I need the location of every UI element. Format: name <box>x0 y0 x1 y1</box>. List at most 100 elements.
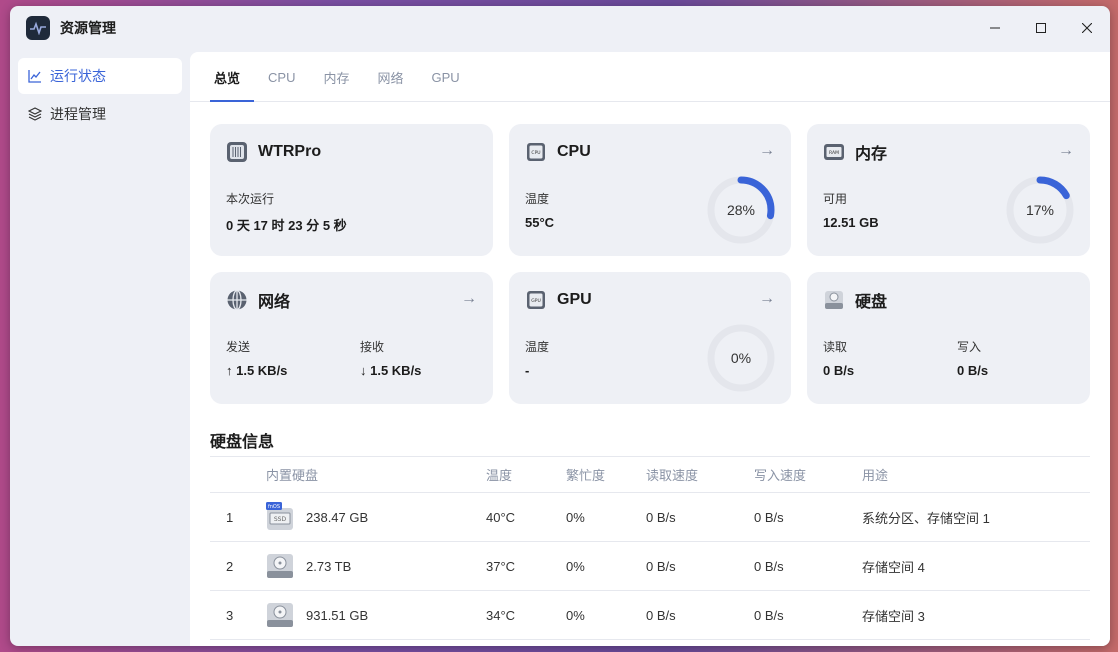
disk-read-label: 读取 <box>823 340 848 354</box>
disk-size: 931.51 GB <box>306 607 369 623</box>
app-monitor-icon <box>26 16 50 40</box>
send-label: 发送 <box>226 340 251 354</box>
svg-text:RAM: RAM <box>829 150 839 156</box>
cpu-temp-label: 温度 <box>525 192 550 206</box>
disk-busy: 0% <box>566 541 646 591</box>
sidebar-item-label: 进程管理 <box>50 106 106 122</box>
tab-overview[interactable]: 总览 <box>210 52 255 102</box>
table-row[interactable]: 2 2.73 TB 37°C 0% 0 B/s 0 B/s 存储空间 4 <box>210 541 1090 591</box>
title-bar: 资源管理 <box>10 6 1110 50</box>
row-index: 3 <box>210 590 266 640</box>
app-window: 资源管理 运行状态 进程管理 总览 CPU 内存 网络 GPU WTRPro 本… <box>10 6 1110 646</box>
send-value: ↑ 1.5 KB/s <box>226 363 288 378</box>
disk-write-value: 0 B/s <box>957 363 989 378</box>
row-index: 2 <box>210 541 266 591</box>
system-name: WTRPro <box>258 143 322 160</box>
column-header: 繁忙度 <box>566 456 646 493</box>
cpu-usage-text: 28% <box>726 202 756 218</box>
disk-read: 0 B/s <box>646 541 754 591</box>
disk-info-title: 硬盘信息 <box>210 434 275 451</box>
close-button[interactable] <box>1064 6 1110 50</box>
gpu-usage-text: 0% <box>730 350 752 366</box>
index-header <box>210 456 266 493</box>
column-header: 温度 <box>486 456 566 493</box>
sidebar-item-label: 运行状态 <box>50 68 106 84</box>
disk-temp: 40°C <box>486 492 566 542</box>
disk-read: 0 B/s <box>646 492 754 542</box>
arrow-right-icon[interactable]: → <box>1058 142 1074 160</box>
sidebar: 运行状态 进程管理 <box>10 50 190 646</box>
disk-read: 0 B/s <box>646 590 754 640</box>
cpu-temp-value: 55°C <box>525 215 555 230</box>
maximize-button[interactable] <box>1018 6 1064 50</box>
tab-bar: 总览 CPU 内存 网络 GPU <box>190 52 1110 102</box>
cpu-card-title: CPU <box>557 143 591 160</box>
sidebar-item-status[interactable]: 运行状态 <box>18 58 182 94</box>
memory-card-title: 内存 <box>855 146 888 163</box>
network-card[interactable]: 网络 → 发送 ↑ 1.5 KB/s 接收 ↓ 1.5 KB/s <box>210 272 493 404</box>
gpu-chip-icon: GPU <box>527 291 545 309</box>
globe-icon <box>227 289 247 311</box>
receive-label: 接收 <box>360 340 385 354</box>
column-header: 写入速度 <box>754 456 862 493</box>
disk-write: 0 B/s <box>754 492 862 542</box>
disk-size: 238.47 GB <box>306 509 369 525</box>
gpu-temp-value: - <box>525 363 530 378</box>
disk-temp: 37°C <box>486 541 566 591</box>
tab-gpu[interactable]: GPU <box>418 52 474 102</box>
ssd-label-text: SSD <box>274 516 287 523</box>
column-header: 读取速度 <box>646 456 754 493</box>
svg-text:CPU: CPU <box>531 150 540 156</box>
table-row[interactable]: 1 fnOS SSD 238.47 GB 40°C 0% 0 B/s 0 B/s… <box>210 492 1090 542</box>
memory-available-label: 可用 <box>823 192 848 206</box>
arrow-right-icon[interactable]: → <box>759 290 775 308</box>
memory-available-value: 12.51 GB <box>823 215 879 230</box>
disk-write-label: 写入 <box>957 340 982 354</box>
disk-busy: 0% <box>566 590 646 640</box>
disk-temp: 34°C <box>486 590 566 640</box>
ram-icon: RAM <box>824 144 844 160</box>
disk-card: 硬盘 读取 0 B/s 写入 0 B/s <box>807 272 1090 404</box>
column-header: 用途 <box>862 456 1090 493</box>
column-header: 内置硬盘 <box>266 456 486 493</box>
overview-cards: WTRPro 本次运行 0 天 17 时 23 分 5 秒 CPU CPU → … <box>210 124 1090 404</box>
disk-size: 2.73 TB <box>306 558 352 574</box>
main-content: 总览 CPU 内存 网络 GPU WTRPro 本次运行 0 天 17 时 23… <box>190 52 1110 646</box>
sidebar-item-processes[interactable]: 进程管理 <box>18 96 182 132</box>
system-card: WTRPro 本次运行 0 天 17 时 23 分 5 秒 <box>210 124 493 256</box>
row-index: 1 <box>210 492 266 542</box>
network-card-title: 网络 <box>258 294 291 311</box>
disk-usage: 存储空间 4 <box>862 541 1090 591</box>
window-title: 资源管理 <box>60 20 116 36</box>
svg-text:GPU: GPU <box>531 298 541 304</box>
arrow-right-icon[interactable]: → <box>461 290 477 308</box>
hdd-icon <box>825 291 843 309</box>
cpu-card[interactable]: CPU CPU → 温度 55°C 28% <box>509 124 791 256</box>
disk-table: 内置硬盘 温度 繁忙度 读取速度 写入速度 用途 1 fnOS SSD 238.… <box>210 456 1090 640</box>
memory-card[interactable]: RAM 内存 → 可用 12.51 GB 17% <box>807 124 1090 256</box>
gpu-card[interactable]: GPU GPU → 温度 - 0% <box>509 272 791 404</box>
tab-network[interactable]: 网络 <box>363 52 417 102</box>
disk-write: 0 B/s <box>754 590 862 640</box>
receive-value: ↓ 1.5 KB/s <box>360 363 422 378</box>
tab-cpu[interactable]: CPU <box>254 52 309 102</box>
disk-usage: 系统分区、存储空间 1 <box>862 492 1090 542</box>
device-icon <box>227 142 247 162</box>
disk-read-value: 0 B/s <box>823 363 855 378</box>
uptime-label: 本次运行 <box>226 192 275 206</box>
disk-card-title: 硬盘 <box>855 294 888 311</box>
arrow-right-icon[interactable]: → <box>759 142 775 160</box>
chart-line-icon <box>28 70 41 83</box>
minimize-button[interactable] <box>972 6 1018 50</box>
hdd-icon <box>267 603 293 627</box>
tab-memory[interactable]: 内存 <box>309 52 363 102</box>
disk-usage: 存储空间 3 <box>862 590 1090 640</box>
hdd-icon <box>267 554 293 578</box>
table-row[interactable]: 3 931.51 GB 34°C 0% 0 B/s 0 B/s 存储空间 3 <box>210 590 1090 640</box>
memory-usage-text: 17% <box>1025 202 1055 218</box>
ssd-badge-text: fnOS <box>268 504 280 510</box>
gpu-temp-label: 温度 <box>525 340 550 354</box>
ssd-icon: fnOS SSD <box>266 502 293 530</box>
cpu-chip-icon: CPU <box>527 143 545 161</box>
layers-icon <box>28 107 42 121</box>
